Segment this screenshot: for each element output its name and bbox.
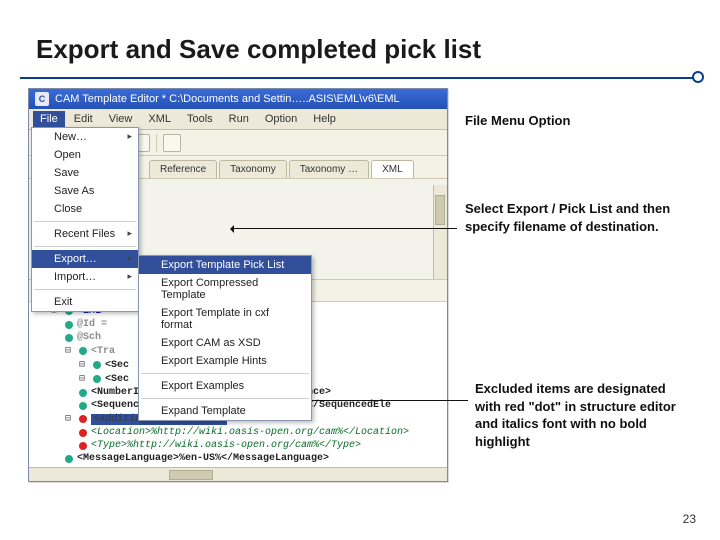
dot-icon xyxy=(79,347,87,355)
dot-icon xyxy=(79,389,87,397)
collapse-icon: ⊟ xyxy=(77,359,87,371)
menu-file[interactable]: File xyxy=(33,111,65,127)
tab-taxonomy[interactable]: Taxonomy xyxy=(219,160,287,178)
tree-row[interactable]: <Type>%http://wiki.oasis-open.org/cam%</… xyxy=(35,439,443,452)
dot-icon xyxy=(65,334,73,342)
tree-node-text: <MessageLanguage>%en-US%</MessageLanguag… xyxy=(77,453,329,464)
window-title: CAM Template Editor * C:\Documents and S… xyxy=(55,93,400,105)
tree-node-text: <Sec xyxy=(105,374,129,385)
dot-icon xyxy=(65,321,73,329)
tree-node-text: @Sch xyxy=(77,332,101,343)
dot-icon xyxy=(79,402,87,410)
menu-xml[interactable]: XML xyxy=(141,111,178,127)
file-new[interactable]: New… xyxy=(32,128,138,146)
app-window: C CAM Template Editor * C:\Documents and… xyxy=(28,88,448,482)
menu-run[interactable]: Run xyxy=(222,111,256,127)
export-cxf[interactable]: Export Template in cxf format xyxy=(139,304,311,334)
tree-row[interactable]: <Location>%http://wiki.oasis-open.org/ca… xyxy=(35,426,443,439)
horizontal-scrollbar[interactable] xyxy=(29,467,447,481)
tab-xml[interactable]: XML xyxy=(371,160,414,178)
collapse-icon: ⊟ xyxy=(63,345,73,357)
menu-separator xyxy=(34,221,136,222)
file-import[interactable]: Import… xyxy=(32,268,138,286)
tree-node-text: @Id = xyxy=(77,319,107,330)
tree-row[interactable]: <MessageLanguage>%en-US%</MessageLanguag… xyxy=(35,452,443,465)
file-save-as[interactable]: Save As xyxy=(32,182,138,200)
annotation-file-menu: File Menu Option xyxy=(465,112,570,130)
tab-taxonomy2[interactable]: Taxonomy … xyxy=(289,160,369,178)
menu-tools[interactable]: Tools xyxy=(180,111,220,127)
menu-view[interactable]: View xyxy=(102,111,140,127)
annotation-excluded-items: Excluded items are designated with red "… xyxy=(475,380,695,450)
file-recent[interactable]: Recent Files xyxy=(32,225,138,243)
file-menu-dropdown: New… Open Save Save As Close Recent File… xyxy=(31,127,139,312)
tree-node-text: <Location>%http://wiki.oasis-open.org/ca… xyxy=(91,427,409,438)
file-export[interactable]: Export… xyxy=(32,250,138,268)
menu-separator xyxy=(34,246,136,247)
export-pick-list[interactable]: Export Template Pick List xyxy=(139,256,311,274)
window-titlebar: C CAM Template Editor * C:\Documents and… xyxy=(29,89,447,109)
menu-separator xyxy=(141,373,309,374)
dot-red-icon xyxy=(79,442,87,450)
menu-help[interactable]: Help xyxy=(306,111,343,127)
title-rule xyxy=(20,71,700,83)
dot-icon xyxy=(93,375,101,383)
page-number: 23 xyxy=(683,512,696,526)
toolbar-separator xyxy=(156,134,157,152)
expand-template[interactable]: Expand Template xyxy=(139,402,311,420)
export-xsd[interactable]: Export CAM as XSD xyxy=(139,334,311,352)
export-submenu: Export Template Pick List Export Compres… xyxy=(138,255,312,421)
menu-option[interactable]: Option xyxy=(258,111,304,127)
collapse-icon: ⊟ xyxy=(77,373,87,385)
tab-reference[interactable]: Reference xyxy=(149,160,217,178)
file-exit[interactable]: Exit xyxy=(32,293,138,311)
tree-node-text: <Type>%http://wiki.oasis-open.org/cam%</… xyxy=(91,440,361,451)
dot-red-icon xyxy=(79,415,87,423)
collapse-icon: ⊟ xyxy=(63,413,73,425)
arrow-icon xyxy=(232,228,457,229)
menu-edit[interactable]: Edit xyxy=(67,111,100,127)
app-icon: C xyxy=(35,92,49,106)
file-open[interactable]: Open xyxy=(32,146,138,164)
dot-icon xyxy=(65,455,73,463)
file-save[interactable]: Save xyxy=(32,164,138,182)
toolbar-button[interactable] xyxy=(163,134,181,152)
dot-red-icon xyxy=(79,429,87,437)
export-compressed[interactable]: Export Compressed Template xyxy=(139,274,311,304)
slide-title: Export and Save completed pick list xyxy=(0,0,720,71)
tree-node-text: <Tra xyxy=(91,346,115,357)
menu-separator xyxy=(141,398,309,399)
export-hints[interactable]: Export Example Hints xyxy=(139,352,311,370)
export-examples[interactable]: Export Examples xyxy=(139,377,311,395)
menu-separator xyxy=(34,289,136,290)
file-close[interactable]: Close xyxy=(32,200,138,218)
tree-node-text: <Sec xyxy=(105,360,129,371)
dot-icon xyxy=(93,361,101,369)
annotation-select-export: Select Export / Pick List and then speci… xyxy=(465,200,675,235)
